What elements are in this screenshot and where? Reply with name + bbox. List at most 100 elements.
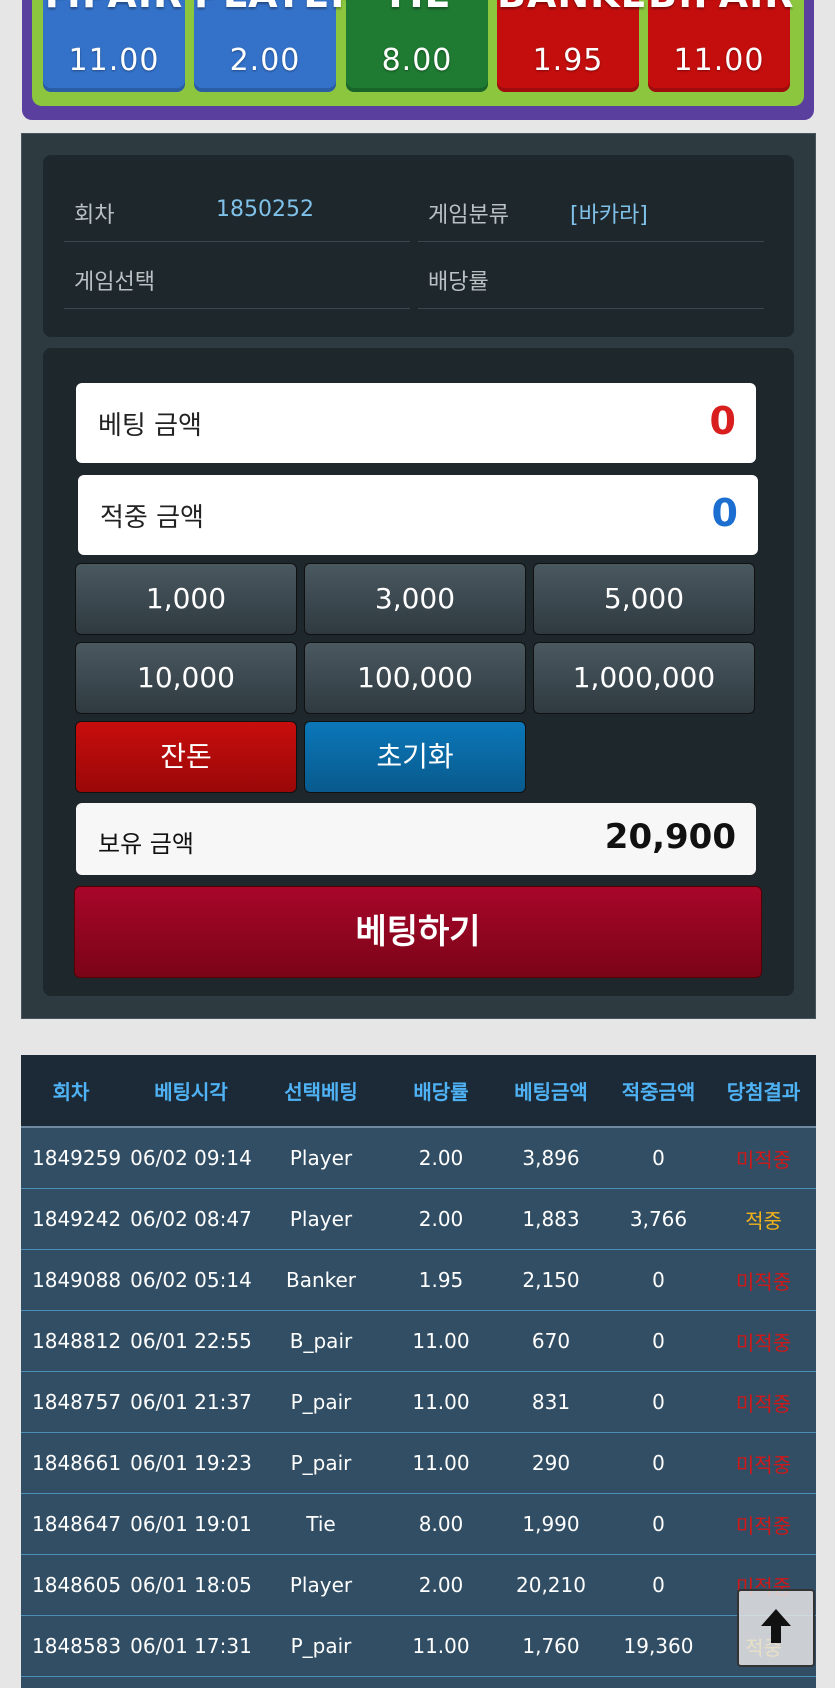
change-button[interactable]: 잔돈 <box>75 721 297 793</box>
betting-panel: 회차 1850252 게임분류 [바카라] 게임선택 배당률 베팅 금액 0 적… <box>21 133 816 1019</box>
odds-label: BANKER <box>497 0 677 14</box>
header-bet-amount: 베팅금액 <box>514 1080 588 1104</box>
info-rate-label: 배당률 <box>428 270 489 295</box>
info-category: 게임분류 [바카라] <box>418 175 764 242</box>
cell-result: 미적중 <box>735 1513 792 1538</box>
cell-rate: 11.00 <box>412 1451 470 1475</box>
chip-5000-button[interactable]: 5,000 <box>533 563 755 635</box>
chip-10000-button[interactable]: 10,000 <box>75 642 297 714</box>
info-round-label: 회차 <box>74 203 115 228</box>
header-rate: 배당률 <box>413 1080 469 1104</box>
bet-form-card: 베팅 금액 0 적중 금액 0 1,000 3,000 5,000 10,000… <box>43 348 794 996</box>
cell-bet-amount: 1,990 <box>522 1512 580 1536</box>
cell-rate: 2.00 <box>418 1146 464 1170</box>
cell-bet-amount: 290 <box>531 1451 571 1475</box>
cell-round: 1848647 <box>32 1512 122 1536</box>
cell-round: 1848583 <box>32 1634 122 1658</box>
cell-win-amount: 3,766 <box>629 1207 688 1231</box>
cell-rate: 2.00 <box>418 1207 464 1231</box>
table-row: 1848605 06/01 18:05 Player 2.00 20,210 0… <box>21 1555 816 1616</box>
cell-selection: P_pair <box>290 1634 352 1658</box>
header-selection: 선택베팅 <box>284 1080 358 1104</box>
table-row: 1849242 06/02 08:47 Player 2.00 1,883 3,… <box>21 1189 816 1250</box>
odds-value: 11.00 <box>673 43 765 78</box>
odds-banker-button[interactable]: BANKER 1.95 <box>497 0 677 92</box>
chip-3000-button[interactable]: 3,000 <box>304 563 526 635</box>
cell-bet-amount: 3,896 <box>522 1146 580 1170</box>
bet-amount-box: 베팅 금액 0 <box>76 383 756 463</box>
game-info-card: 회차 1850252 게임분류 [바카라] 게임선택 배당률 <box>43 155 794 337</box>
bet-amount-label: 베팅 금액 <box>98 411 202 441</box>
cell-rate: 11.00 <box>412 1329 470 1353</box>
cell-result: 미적중 <box>735 1269 792 1294</box>
table-row: 1848812 06/01 22:55 B_pair 11.00 670 0 미… <box>21 1311 816 1372</box>
info-round-value: 1850252 <box>216 197 314 222</box>
odds-value: 11.00 <box>68 43 160 78</box>
cell-selection: Tie <box>306 1512 336 1536</box>
odds-tie-button[interactable]: TIE 8.00 <box>346 0 488 92</box>
cell-rate: 11.00 <box>412 1390 470 1414</box>
cell-win-amount: 19,360 <box>623 1634 694 1658</box>
table-row: 1848583 06/01 17:31 P_pair 11.00 1,760 1… <box>21 1616 816 1677</box>
reset-button[interactable]: 초기화 <box>304 721 526 793</box>
odds-board-inner: P.PAIR 11.00 PLAYER 2.00 TIE 8.00 BANKER… <box>32 0 804 106</box>
chip-1000000-button[interactable]: 1,000,000 <box>533 642 755 714</box>
cell-round: 1848812 <box>32 1329 122 1353</box>
header-win-amount: 적중금액 <box>621 1080 696 1104</box>
cell-selection: P_pair <box>290 1390 352 1414</box>
owned-amount-value: 20,900 <box>604 817 736 857</box>
cell-round: 1849259 <box>32 1146 122 1170</box>
cell-result: 미적중 <box>735 1391 792 1416</box>
info-round: 회차 1850252 <box>64 175 410 242</box>
scroll-top-button[interactable] <box>737 1589 815 1667</box>
cell-selection: Player <box>289 1146 353 1170</box>
win-amount-value: 0 <box>711 491 738 535</box>
cell-result: 미적중 <box>735 1452 792 1477</box>
odds-label: B.PAIR <box>648 0 794 14</box>
info-category-label: 게임분류 <box>428 203 509 228</box>
cell-selection: P_pair <box>290 1451 352 1475</box>
arrow-up-icon <box>758 1606 794 1650</box>
cell-win-amount: 0 <box>652 1512 665 1536</box>
cell-bet-time: 06/01 19:01 <box>130 1512 252 1536</box>
win-amount-box: 적중 금액 0 <box>78 475 758 555</box>
chip-1000-button[interactable]: 1,000 <box>75 563 297 635</box>
cell-selection: Player <box>289 1573 353 1597</box>
header-bet-time: 베팅시각 <box>154 1080 228 1104</box>
cell-rate: 8.00 <box>418 1512 464 1536</box>
cell-bet-amount: 1,883 <box>522 1207 580 1231</box>
cell-bet-time: 06/01 22:55 <box>130 1329 252 1353</box>
place-bet-button[interactable]: 베팅하기 <box>74 886 762 978</box>
cell-bet-amount: 20,210 <box>516 1573 586 1597</box>
cell-win-amount: 0 <box>652 1451 665 1475</box>
header-round: 회차 <box>52 1080 90 1104</box>
odds-b-pair-button[interactable]: B.PAIR 11.00 <box>648 0 794 92</box>
cell-bet-time: 06/02 05:14 <box>130 1268 252 1292</box>
table-row: 1848661 06/01 19:23 P_pair 11.00 290 0 미… <box>21 1433 816 1494</box>
chip-100000-button[interactable]: 100,000 <box>304 642 526 714</box>
table-row: 1848757 06/01 21:37 P_pair 11.00 831 0 미… <box>21 1372 816 1433</box>
cell-win-amount: 0 <box>652 1573 665 1597</box>
cell-win-amount: 0 <box>652 1329 665 1353</box>
info-selection-label: 게임선택 <box>74 270 155 295</box>
cell-bet-amount: 670 <box>531 1329 571 1353</box>
header-result: 당첨결과 <box>726 1080 801 1104</box>
cell-selection: Banker <box>285 1268 357 1292</box>
cell-round: 1848757 <box>32 1390 122 1414</box>
info-rate: 배당률 <box>418 242 764 309</box>
odds-value: 8.00 <box>381 43 453 78</box>
cell-rate: 2.00 <box>418 1573 464 1597</box>
odds-board: P.PAIR 11.00 PLAYER 2.00 TIE 8.00 BANKER… <box>22 0 814 120</box>
odds-value: 1.95 <box>532 43 604 78</box>
table-row <box>21 1677 816 1688</box>
win-amount-label: 적중 금액 <box>100 503 204 533</box>
table-header: 회차 베팅시각 선택베팅 배당률 베팅금액 적중금액 당첨결과 <box>21 1055 816 1128</box>
odds-value: 2.00 <box>229 43 301 78</box>
odds-player-button[interactable]: PLAYER 2.00 <box>194 0 360 92</box>
odds-p-pair-button[interactable]: P.PAIR 11.00 <box>43 0 185 92</box>
cell-bet-time: 06/01 17:31 <box>130 1634 252 1658</box>
cell-bet-time: 06/02 08:47 <box>130 1207 252 1231</box>
cell-result: 미적중 <box>735 1147 792 1172</box>
cell-bet-time: 06/02 09:14 <box>130 1146 252 1170</box>
cell-rate: 1.95 <box>418 1268 464 1292</box>
